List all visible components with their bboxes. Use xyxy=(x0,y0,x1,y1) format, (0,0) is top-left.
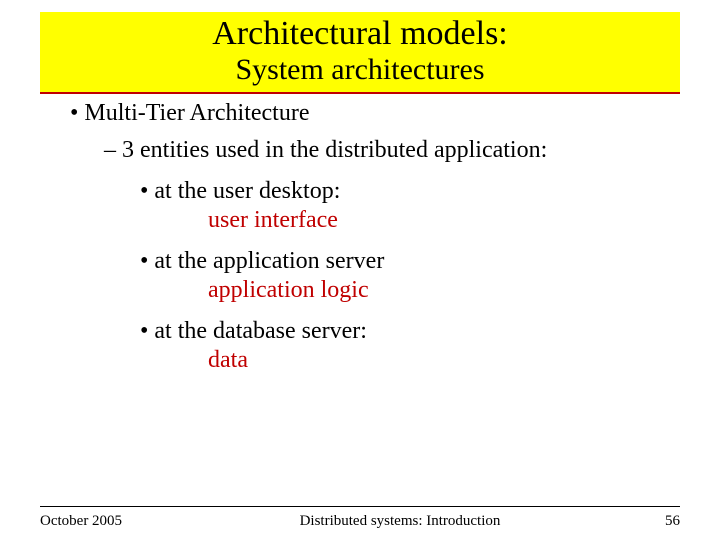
slide-footer: October 2005 Distributed systems: Introd… xyxy=(40,506,680,530)
slide-subtitle: System architectures xyxy=(40,53,680,88)
bullet-item-where: at the application server xyxy=(140,248,680,275)
bullet-item-where: at the database server: xyxy=(140,318,680,345)
title-block: Architectural models: System architectur… xyxy=(40,12,680,94)
slide-title: Architectural models: xyxy=(40,14,680,53)
footer-date: October 2005 xyxy=(40,513,160,530)
bullet-item-where: at the user desktop: xyxy=(140,178,680,205)
bullet-item-what: user interface xyxy=(208,207,680,234)
footer-page-number: 56 xyxy=(640,513,680,530)
bullet-lvl1: Multi-Tier Architecture xyxy=(70,100,680,127)
bullet-lvl2: 3 entities used in the distributed appli… xyxy=(104,137,680,164)
slide-content: Multi-Tier Architecture 3 entities used … xyxy=(40,100,680,374)
bullet-item-what: application logic xyxy=(208,277,680,304)
bullet-item-what: data xyxy=(208,347,680,374)
footer-course: Distributed systems: Introduction xyxy=(160,513,640,530)
